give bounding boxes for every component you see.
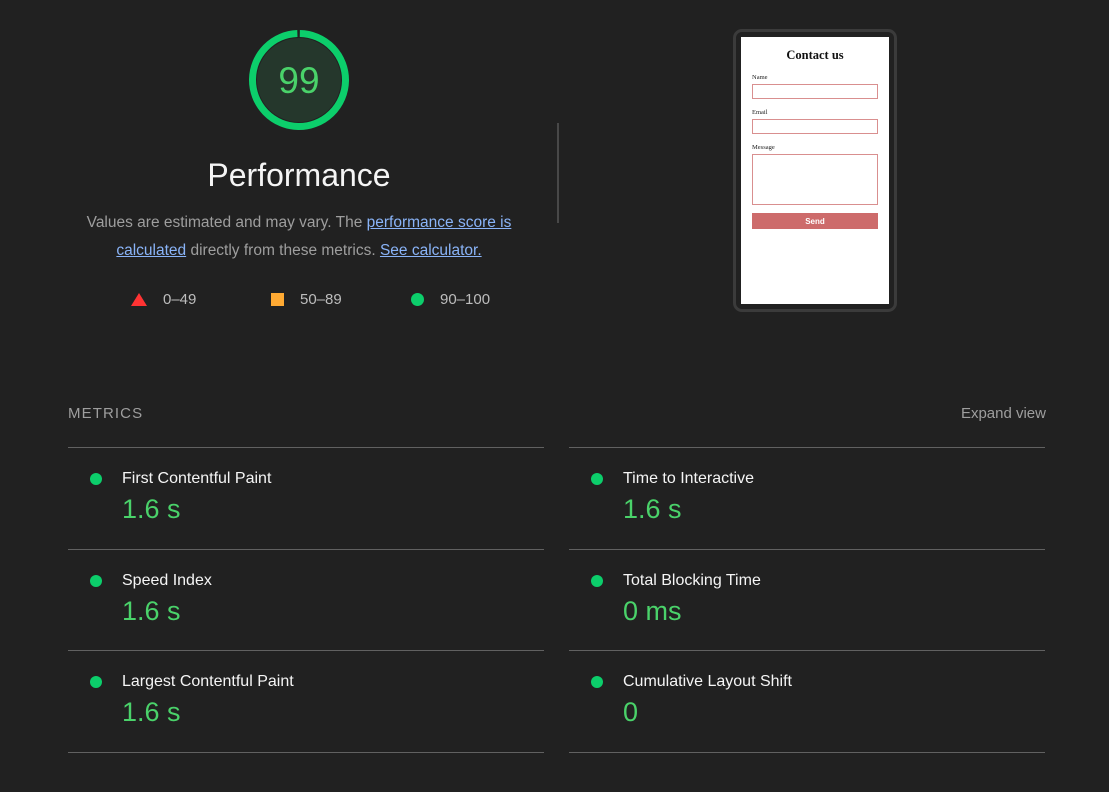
score-value: 99 <box>278 59 320 101</box>
metric-value: 1.6 s <box>122 494 181 524</box>
square-average-icon <box>271 293 284 307</box>
score-disclaimer: Values are estimated and may vary. The p… <box>79 209 519 265</box>
screenshot-heading: Contact us <box>786 48 844 62</box>
metrics-column-right: Time to Interactive 1.6 s Total Blocking… <box>569 447 1045 766</box>
metric-row[interactable]: Speed Index 1.6 s <box>68 548 544 651</box>
lighthouse-performance-report: 99 Performance Values are estimated and … <box>0 0 1109 792</box>
metrics-column-left: First Contentful Paint 1.6 s Speed Index… <box>68 447 544 766</box>
legend-label-pass: 90–100 <box>440 291 491 309</box>
disclaimer-text-start: Values are estimated and may vary. The <box>86 214 367 232</box>
metrics-header: METRICS Expand view <box>68 405 1046 437</box>
legend-item-fail: 0–49 <box>89 291 229 308</box>
metric-value: 1.6 s <box>623 494 682 524</box>
screenshot-message-textarea <box>752 154 878 205</box>
screenshot-message-label: Message <box>752 144 775 151</box>
expand-view-toggle[interactable]: Expand view <box>961 405 1046 422</box>
section-divider <box>557 123 559 223</box>
legend-label-average: 50–89 <box>300 291 342 309</box>
metric-name: Time to Interactive <box>623 470 755 487</box>
circle-pass-icon <box>591 574 603 587</box>
triangle-fail-icon <box>131 293 147 307</box>
metrics-section: METRICS Expand view First Contentful Pai… <box>68 405 1046 766</box>
metric-name: Largest Contentful Paint <box>122 673 294 691</box>
metric-name: Total Blocking Time <box>623 571 761 589</box>
metric-value: 0 <box>623 697 639 728</box>
metric-row-partial[interactable] <box>68 752 544 766</box>
final-screenshot-content: Contact us Name Email Message Send <box>741 37 889 304</box>
circle-pass-icon <box>90 574 102 587</box>
metric-row[interactable]: First Contentful Paint 1.6 s <box>68 447 544 549</box>
metric-row[interactable]: Total Blocking Time 0 ms <box>569 548 1045 651</box>
performance-score-block: 99 Performance Values are estimated and … <box>68 28 530 308</box>
see-calculator-link[interactable]: See calculator. <box>380 242 482 259</box>
final-screenshot-frame[interactable]: Contact us Name Email Message Send <box>733 29 897 312</box>
score-legend: 0–49 50–89 90–100 <box>68 291 530 308</box>
metric-name: First Contentful Paint <box>122 470 272 487</box>
score-gauge[interactable]: 99 <box>247 28 351 132</box>
circle-pass-icon <box>591 676 603 689</box>
metrics-heading: METRICS <box>68 405 144 422</box>
metric-name: Speed Index <box>122 571 212 589</box>
screenshot-email-input <box>752 119 878 134</box>
circle-pass-icon <box>411 293 424 307</box>
metric-value: 1.6 s <box>122 595 181 626</box>
metric-value: 0 ms <box>623 595 682 626</box>
metric-row[interactable]: Cumulative Layout Shift 0 <box>569 650 1045 752</box>
metrics-grid: First Contentful Paint 1.6 s Speed Index… <box>68 447 1046 766</box>
screenshot-name-label: Name <box>752 74 768 81</box>
metric-row-partial[interactable] <box>569 752 1045 766</box>
screenshot-name-input <box>752 84 878 99</box>
score-summary-section: 99 Performance Values are estimated and … <box>0 0 1109 380</box>
circle-pass-icon <box>591 473 603 485</box>
screenshot-send-button: Send <box>752 213 878 229</box>
circle-pass-icon <box>90 473 102 485</box>
page-title: Performance <box>207 157 391 193</box>
legend-label-fail: 0–49 <box>163 291 197 309</box>
circle-pass-icon <box>90 676 102 689</box>
metric-name: Cumulative Layout Shift <box>623 673 792 691</box>
disclaimer-text-middle: directly from these metrics. <box>186 242 380 260</box>
metric-value: 1.6 s <box>122 697 181 728</box>
legend-item-pass: 90–100 <box>369 291 509 308</box>
screenshot-email-label: Email <box>752 109 768 116</box>
metric-row[interactable]: Time to Interactive 1.6 s <box>569 447 1045 549</box>
legend-item-average: 50–89 <box>229 291 369 308</box>
metric-row[interactable]: Largest Contentful Paint 1.6 s <box>68 650 544 752</box>
